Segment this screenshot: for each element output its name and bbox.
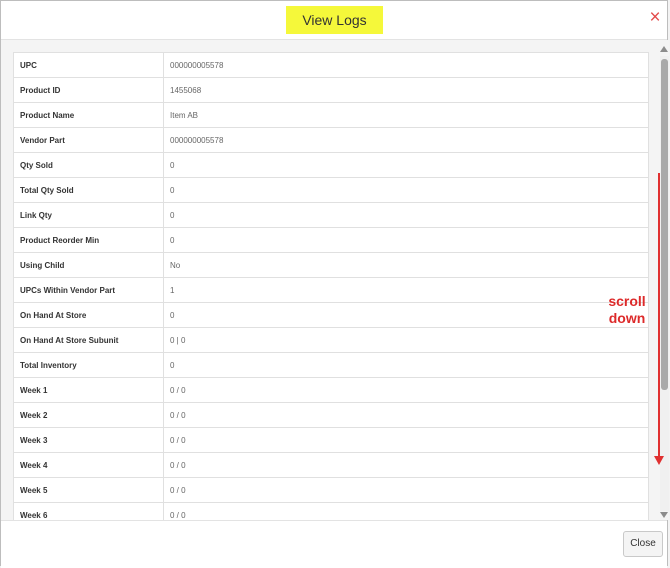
annotation-line-1: scroll <box>608 293 646 309</box>
modal-header: View Logs × <box>1 1 667 40</box>
scroll-down-annotation: scroll down <box>599 293 655 327</box>
row-value: 000000005578 <box>163 127 649 153</box>
row-label: Week 6 <box>13 502 164 520</box>
row-label: Product Reorder Min <box>13 227 164 253</box>
table-row: Week 20 / 0 <box>13 402 649 428</box>
row-label: UPCs Within Vendor Part <box>13 277 164 303</box>
modal-footer: Close <box>1 520 667 568</box>
annotation-arrow-line <box>658 173 660 456</box>
table-row: Week 40 / 0 <box>13 452 649 478</box>
table-row: Total Inventory 0 <box>13 352 649 378</box>
row-label: Week 4 <box>13 452 164 478</box>
modal-title: View Logs <box>286 6 383 34</box>
row-label: Qty Sold <box>13 152 164 178</box>
table-row: On Hand At Store Subunit 0 | 0 <box>13 327 649 353</box>
row-label: UPC <box>13 52 164 78</box>
row-value: 0 <box>163 302 649 328</box>
annotation-arrow-down-icon <box>654 456 664 465</box>
table-row: Week 30 / 0 <box>13 427 649 453</box>
row-value: 0 / 0 <box>163 452 649 478</box>
log-details-panel: UPC 000000005578 Product ID 1455068 Produc… <box>13 52 649 520</box>
row-label: Total Qty Sold <box>13 177 164 203</box>
row-label: Total Inventory <box>13 352 164 378</box>
row-value: 000000005578 <box>163 52 649 78</box>
row-value: No <box>163 252 649 278</box>
table-row: Link Qty 0 <box>13 202 649 228</box>
row-value: 0 / 0 <box>163 427 649 453</box>
scrollbar-thumb[interactable] <box>661 59 668 390</box>
table-row: Week 50 / 0 <box>13 477 649 503</box>
log-details-table: UPC 000000005578 Product ID 1455068 Produc… <box>13 52 649 520</box>
row-label: Week 2 <box>13 402 164 428</box>
table-row: On Hand At Store 0 <box>13 302 649 328</box>
row-label: Using Child <box>13 252 164 278</box>
table-row: Product Reorder Min 0 <box>13 227 649 253</box>
row-label: Link Qty <box>13 202 164 228</box>
vertical-scrollbar[interactable] <box>659 46 669 520</box>
table-row: Product ID 1455068 <box>13 77 649 103</box>
scroll-up-arrow-icon[interactable] <box>660 46 668 52</box>
row-value: 0 | 0 <box>163 327 649 353</box>
row-label: On Hand At Store <box>13 302 164 328</box>
row-value: 0 / 0 <box>163 502 649 520</box>
row-label: On Hand At Store Subunit <box>13 327 164 353</box>
row-label: Week 5 <box>13 477 164 503</box>
table-row: Product Name Item AB <box>13 102 649 128</box>
row-value: 0 / 0 <box>163 402 649 428</box>
row-value: 0 <box>163 202 649 228</box>
row-value: 0 / 0 <box>163 477 649 503</box>
row-label: Week 3 <box>13 427 164 453</box>
row-value: 0 <box>163 227 649 253</box>
row-value: 0 <box>163 352 649 378</box>
close-button[interactable]: Close <box>623 531 663 557</box>
table-row: UPCs Within Vendor Part 1 <box>13 277 649 303</box>
row-value: 1 <box>163 277 649 303</box>
view-logs-modal: View Logs × UPC 000000005578 Product ID 14… <box>0 0 669 568</box>
modal-body[interactable]: UPC 000000005578 Product ID 1455068 Produc… <box>1 40 669 520</box>
row-value: 0 <box>163 177 649 203</box>
close-icon[interactable]: × <box>646 7 664 29</box>
row-label: Product ID <box>13 77 164 103</box>
annotation-line-2: down <box>608 310 646 326</box>
table-row: Vendor Part 000000005578 <box>13 127 649 153</box>
scroll-down-arrow-icon[interactable] <box>660 512 668 518</box>
row-label: Vendor Part <box>13 127 164 153</box>
table-row: Total Qty Sold 0 <box>13 177 649 203</box>
row-value: Item AB <box>163 102 649 128</box>
row-value: 0 / 0 <box>163 377 649 403</box>
row-value: 0 <box>163 152 649 178</box>
table-row: Qty Sold 0 <box>13 152 649 178</box>
table-row: Using Child No <box>13 252 649 278</box>
row-label: Product Name <box>13 102 164 128</box>
table-row: Week 10 / 0 <box>13 377 649 403</box>
table-row: Week 60 / 0 <box>13 502 649 520</box>
row-value: 1455068 <box>163 77 649 103</box>
row-label: Week 1 <box>13 377 164 403</box>
table-row: UPC 000000005578 <box>13 52 649 78</box>
